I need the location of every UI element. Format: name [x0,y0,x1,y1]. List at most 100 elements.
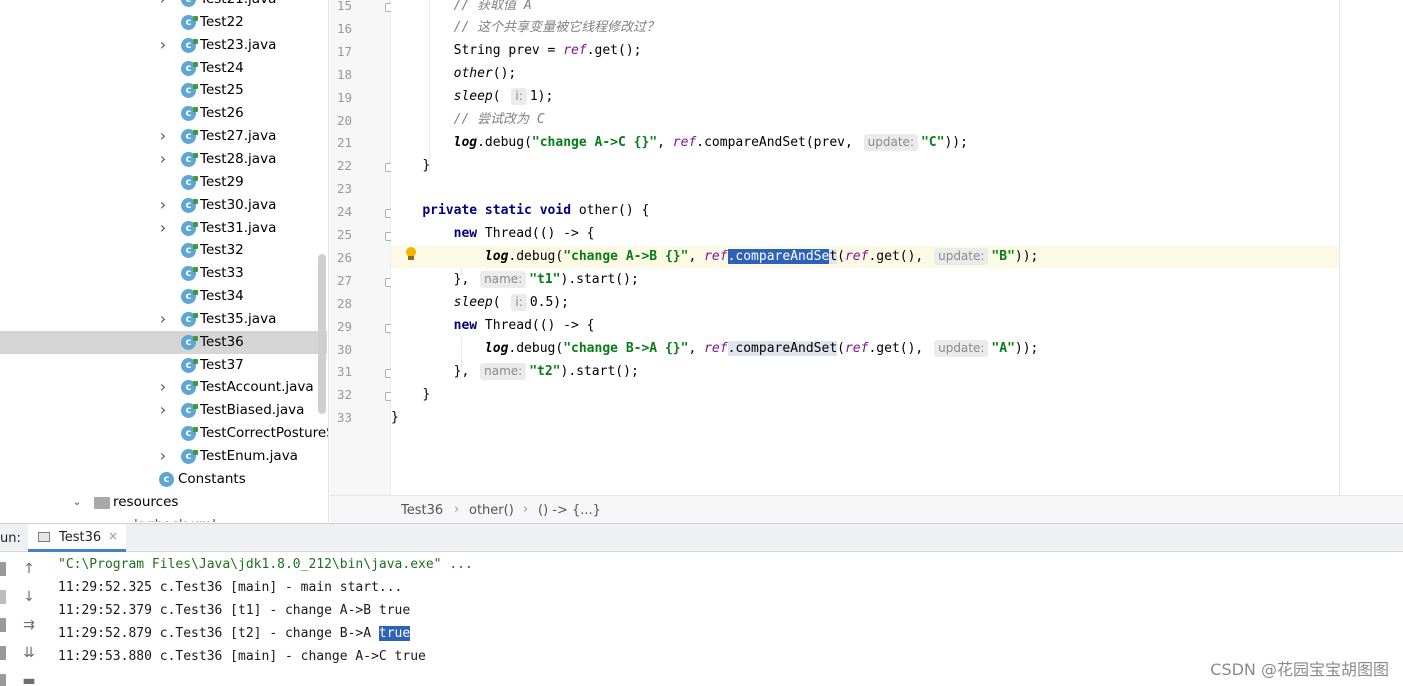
tree-item[interactable]: c Test33 [0,262,328,285]
tree-item[interactable]: › c Test35.java [0,308,328,331]
chevron-right-icon[interactable]: › [157,150,169,166]
tree-item-label: Test21.java [200,0,276,7]
code-line-22: } [422,158,431,173]
console-output[interactable]: "C:\Program Files\Java\jdk1.8.0_212\bin\… [46,552,1403,686]
tree-item-label: Test34 [200,288,244,305]
tree-item[interactable]: › c TestAccount.java [0,376,328,399]
tree-item[interactable]: c TestCorrectPostureS [0,422,329,445]
code-line-28: sleep( i: 0.5); [453,294,569,311]
chevron-right-icon[interactable]: › [157,219,169,235]
tree-item[interactable]: › c Test30.java [0,194,328,217]
tree-item-label: Test24 [200,59,244,76]
console-selected-text: true [378,626,411,641]
chevron-down-icon[interactable]: ⌄ [71,495,83,508]
java-class-icon: c [181,243,198,259]
editor-scrollbar-area[interactable] [1339,0,1403,495]
chevron-right-icon[interactable]: › [157,196,169,212]
tree-item[interactable]: c Test22 [0,11,328,34]
tree-item[interactable]: c Constants [0,468,328,491]
line-number: 22 [336,158,352,174]
tree-item-label: Test31.java [200,219,277,236]
line-number: 23 [336,181,352,197]
console-line: 11:29:53.880 c.Test36 [main] - change A-… [58,649,426,664]
chevron-right-icon[interactable]: › [157,0,169,7]
tree-item[interactable]: › c Test23.java [0,34,328,57]
tree-item[interactable]: › c Test27.java [0,125,328,148]
tree-item[interactable]: › c TestBiased.java [0,399,328,422]
tree-item[interactable]: › c Test31.java [0,217,328,240]
tree-item[interactable]: c Test24 [0,57,328,80]
console-line: 11:29:52.379 c.Test36 [t1] - change A->B… [58,603,411,618]
code-line-27: }, name: "t1").start(); [453,271,639,288]
code-line-29: new Thread(() -> { [453,318,595,333]
code-line-31: }, name: "t2").start(); [453,363,639,380]
restore-layout-icon[interactable] [0,618,6,632]
tree-item[interactable]: logback.xml [0,514,328,522]
scroll-to-end-icon[interactable]: ⇊ [20,644,38,662]
tree-item-label: Test36 [200,333,244,350]
soft-wrap-icon[interactable]: ⇉ [20,616,38,634]
breadcrumb-lambda[interactable]: () -> {...} [538,503,601,518]
line-number: 24 [336,204,352,220]
pin-icon[interactable] [0,646,6,660]
chevron-right-icon[interactable]: › [157,379,169,395]
tree-item[interactable]: c Test36 [0,330,327,354]
java-class-icon: c [181,403,198,419]
chevron-right-icon[interactable]: › [157,402,169,418]
tree-item[interactable]: › c Test21.java [0,0,328,11]
editor-gutter: 15 16 17 18 19 20 21 22 23 24 25 26 27 28 29 30 31 32 33 [330,0,394,495]
stop-icon[interactable] [0,590,6,604]
code-line-25: new Thread(() -> { [453,226,595,241]
line-number: 30 [336,341,352,357]
tree-item[interactable]: c Test26 [0,102,328,125]
tree-item[interactable]: c Test37 [0,354,328,377]
java-class-icon: c [181,174,198,190]
tree-item[interactable]: ⌄ resources [0,491,328,514]
chevron-right-icon: › [523,502,529,517]
print-icon[interactable] [0,674,6,686]
close-icon[interactable]: × [108,529,118,543]
chevron-right-icon[interactable]: › [157,310,169,326]
code-line-30: log.debug("change B->A {}", ref.compareA… [484,340,1039,357]
chevron-right-icon[interactable]: › [157,448,169,464]
java-class-icon: c [181,14,198,30]
line-number: 17 [336,43,352,59]
breadcrumb: Test36 › other() › () -> {...} [330,495,1403,523]
line-number: 26 [336,249,352,265]
breadcrumb-method[interactable]: other() [469,503,514,518]
tree-item-label: Test26 [200,105,244,122]
code-editor[interactable]: // 获取值 A // 这个共享变量被它线程修改过？ String prev =… [391,0,1339,495]
java-class-icon: c [181,60,198,76]
param-hint-name: name: [480,363,527,380]
tree-scrollbar[interactable] [318,254,326,414]
tree-item[interactable]: › c Test28.java [0,148,328,171]
lightbulb-icon[interactable] [405,247,417,261]
tree-item-label: TestCorrectPostureS [200,425,329,442]
chevron-right-icon[interactable]: › [157,128,169,144]
tree-item-label: Test32 [200,242,244,259]
folder-icon [94,496,110,509]
java-class-icon: c [181,426,198,442]
tree-item-label: Test23.java [200,36,277,53]
run-tab-test36[interactable]: Test36 × [28,524,126,552]
chevron-right-icon[interactable]: › [157,36,169,52]
java-class-icon: c [181,449,198,464]
code-line-32: } [422,387,431,402]
tree-item[interactable]: c Test29 [0,171,328,194]
line-number: 15 [336,0,352,13]
param-hint-i: i: [511,294,527,311]
arrow-down-icon[interactable]: ↓ [20,588,38,606]
tree-item[interactable]: › c TestEnum.java [0,445,328,468]
arrow-up-icon[interactable]: ↑ [20,560,38,578]
breadcrumb-class[interactable]: Test36 [401,503,443,518]
java-class-icon: c [181,151,198,167]
java-class-icon: c [181,334,198,350]
tree-item[interactable]: c Test34 [0,285,328,308]
tree-item[interactable]: c Test32 [0,239,328,262]
rerun-icon[interactable] [0,562,6,576]
tree-item[interactable]: c Test25 [0,79,328,102]
line-number: 29 [336,318,352,334]
trash-icon[interactable]: ▬ [20,672,38,686]
java-class-icon: c [181,311,198,327]
line-number: 33 [336,410,352,426]
